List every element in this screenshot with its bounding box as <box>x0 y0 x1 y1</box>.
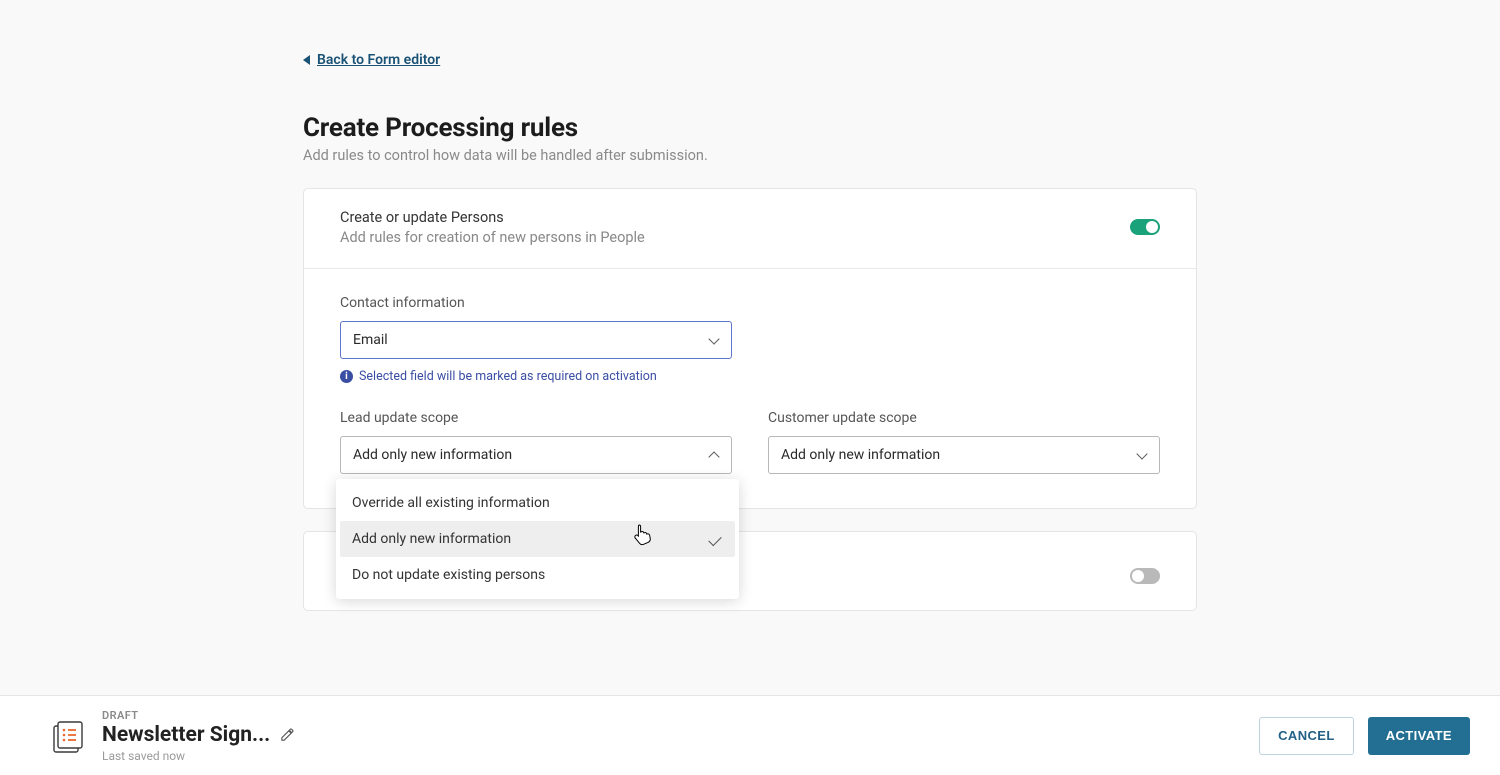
info-icon: i <box>340 370 353 383</box>
page-subtitle: Add rules to control how data will be ha… <box>303 147 1197 164</box>
caret-left-icon <box>303 55 310 65</box>
status-label: DRAFT <box>102 709 1259 722</box>
persons-card-body: Contact information Email i Selected fie… <box>304 269 1196 508</box>
saved-text: Last saved now <box>102 749 1259 763</box>
lead-scope-value: Add only new information <box>353 447 709 463</box>
footer-bar: DRAFT Newsletter Sign... Last saved now … <box>0 695 1500 775</box>
contact-info-label: Contact information <box>340 295 1160 311</box>
chevron-up-icon <box>709 450 719 460</box>
lead-scope-option-do-not-update[interactable]: Do not update existing persons <box>340 557 735 593</box>
persons-section-subtitle: Add rules for creation of new persons in… <box>340 229 1130 246</box>
toggle-knob <box>1132 570 1144 582</box>
cancel-button[interactable]: CANCEL <box>1259 717 1354 755</box>
back-to-editor-link[interactable]: Back to Form editor <box>303 52 440 68</box>
footer-info: DRAFT Newsletter Sign... Last saved now <box>102 709 1259 763</box>
main-content: Back to Form editor Create Processing ru… <box>303 0 1197 611</box>
activate-button[interactable]: ACTIVATE <box>1368 717 1470 755</box>
chevron-down-icon <box>709 335 719 345</box>
check-icon <box>708 532 721 545</box>
contact-info-hint: i Selected field will be marked as requi… <box>340 369 1160 384</box>
option-label: Override all existing information <box>352 495 550 511</box>
form-icon <box>50 718 86 754</box>
customer-scope-select[interactable]: Add only new information <box>768 436 1160 474</box>
lead-scope-option-add-new[interactable]: Add only new information <box>340 521 735 557</box>
edit-icon[interactable] <box>280 727 295 742</box>
lead-scope-option-override[interactable]: Override all existing information <box>340 485 735 521</box>
persons-card: Create or update Persons Add rules for c… <box>303 188 1197 509</box>
customer-scope-value: Add only new information <box>781 447 1137 463</box>
lead-scope-select[interactable]: Add only new information Override all ex… <box>340 436 732 474</box>
option-label: Do not update existing persons <box>352 567 545 583</box>
contact-info-value: Email <box>353 332 709 348</box>
option-label: Add only new information <box>352 531 511 547</box>
lead-scope-dropdown: Override all existing information Add on… <box>336 479 739 599</box>
contact-info-hint-text: Selected field will be marked as require… <box>359 369 657 384</box>
persons-toggle[interactable] <box>1130 219 1160 235</box>
form-name: Newsletter Sign... <box>102 723 270 747</box>
persons-section-title: Create or update Persons <box>340 209 1130 226</box>
toggle-knob <box>1146 221 1158 233</box>
persons-card-header: Create or update Persons Add rules for c… <box>304 189 1196 269</box>
chevron-down-icon <box>1137 450 1147 460</box>
second-toggle[interactable] <box>1130 568 1160 584</box>
customer-scope-label: Customer update scope <box>768 410 1160 426</box>
page-title: Create Processing rules <box>303 113 1197 143</box>
back-link-label: Back to Form editor <box>317 52 440 68</box>
lead-scope-label: Lead update scope <box>340 410 732 426</box>
lead-scope-field: Lead update scope Add only new informati… <box>340 410 732 474</box>
customer-scope-field: Customer update scope Add only new infor… <box>768 410 1160 474</box>
contact-info-select[interactable]: Email <box>340 321 732 359</box>
footer-actions: CANCEL ACTIVATE <box>1259 717 1470 755</box>
